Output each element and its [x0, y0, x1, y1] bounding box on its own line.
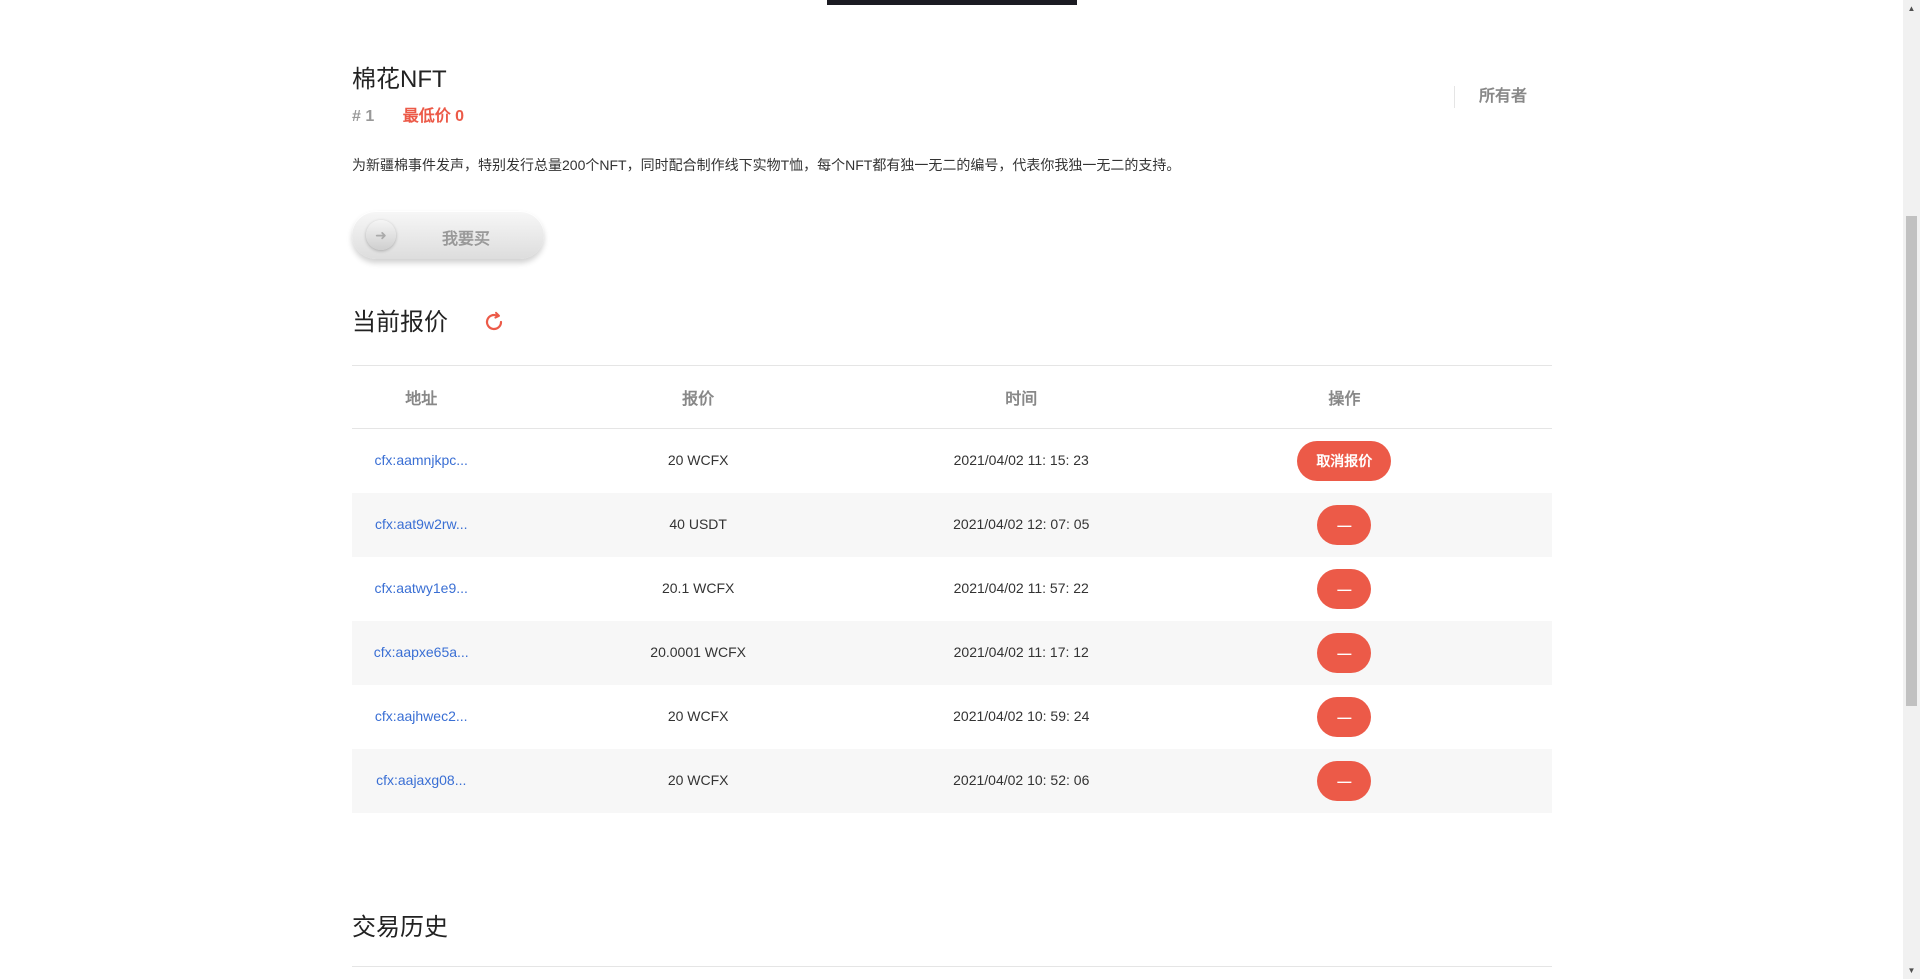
nft-image: [827, 0, 1077, 5]
offer-price: 20.1 WCFX: [661, 580, 735, 596]
offer-address-link[interactable]: cfx:aat9w2rw...: [375, 516, 468, 532]
offer-price: 20.0001 WCFX: [650, 644, 747, 660]
table-row: cfx:aajhwec2... 20 WCFX 2021/04/02 10: 5…: [352, 685, 1552, 749]
history-title: 交易历史: [352, 914, 448, 941]
nft-meta: # 1 最低价 0: [352, 106, 464, 128]
refresh-icon[interactable]: [482, 310, 506, 334]
buy-button-label: 我要买: [442, 231, 491, 248]
lowest-price: 最低价 0: [402, 108, 465, 125]
buy-button[interactable]: ➜ 我要买: [352, 211, 544, 259]
offer-action-button[interactable]: —: [1317, 697, 1372, 737]
nft-number: # 1: [352, 108, 375, 125]
header-price: 报价: [682, 391, 715, 408]
offer-address-link[interactable]: cfx:aajhwec2...: [375, 708, 468, 724]
offer-action-button[interactable]: —: [1317, 569, 1372, 609]
offers-table: 地址 报价 时间 操作 cfx:aamnjkpc... 20 WCFX 2021…: [352, 365, 1552, 813]
offer-time: 2021/04/02 11: 57: 22: [953, 580, 1089, 596]
offer-address-link[interactable]: cfx:aajaxg08...: [376, 772, 466, 788]
arrow-right-icon: ➜: [366, 220, 396, 250]
owner-label: 所有者: [1454, 86, 1527, 108]
offer-action-button[interactable]: —: [1317, 505, 1372, 545]
offer-price: 20 WCFX: [667, 452, 729, 468]
offers-title: 当前报价: [352, 309, 448, 336]
table-row: cfx:aamnjkpc... 20 WCFX 2021/04/02 11: 1…: [352, 429, 1552, 493]
offer-time: 2021/04/02 12: 07: 05: [953, 516, 1090, 532]
scroll-up-arrow-icon[interactable]: ▲: [1903, 0, 1920, 17]
offer-action-button[interactable]: —: [1317, 761, 1372, 801]
offer-action-button[interactable]: —: [1317, 633, 1372, 673]
table-row: cfx:aatwy1e9... 20.1 WCFX 2021/04/02 11:…: [352, 557, 1552, 621]
header-time: 时间: [1005, 391, 1038, 408]
scrollbar-thumb[interactable]: [1906, 216, 1917, 706]
nft-title: 棉花NFT: [352, 66, 447, 93]
offer-address-link[interactable]: cfx:aamnjkpc...: [375, 452, 468, 468]
offer-time: 2021/04/02 10: 52: 06: [953, 772, 1090, 788]
table-row: cfx:aapxe65a... 20.0001 WCFX 2021/04/02 …: [352, 621, 1552, 685]
header-action: 操作: [1328, 391, 1361, 408]
offer-time: 2021/04/02 11: 15: 23: [953, 452, 1089, 468]
offer-time: 2021/04/02 10: 59: 24: [953, 708, 1090, 724]
nft-description: 为新疆棉事件发声，特别发行总量200个NFT，同时配合制作线下实物T恤，每个NF…: [352, 157, 1181, 173]
header-address: 地址: [405, 391, 438, 408]
table-row: cfx:aat9w2rw... 40 USDT 2021/04/02 12: 0…: [352, 493, 1552, 557]
offer-price: 20 WCFX: [667, 772, 729, 788]
history-divider: [352, 966, 1552, 967]
offer-address-link[interactable]: cfx:aapxe65a...: [374, 644, 469, 660]
table-row: cfx:aajaxg08... 20 WCFX 2021/04/02 10: 5…: [352, 749, 1552, 813]
offer-time: 2021/04/02 11: 17: 12: [953, 644, 1089, 660]
offer-address-link[interactable]: cfx:aatwy1e9...: [375, 580, 468, 596]
offers-table-header: 地址 报价 时间 操作: [352, 366, 1552, 429]
offer-price: 20 WCFX: [667, 708, 729, 724]
offer-price: 40 USDT: [669, 516, 727, 532]
vertical-scrollbar[interactable]: ▲ ▼: [1903, 0, 1920, 979]
cancel-offer-button[interactable]: 取消报价: [1297, 441, 1392, 481]
scroll-down-arrow-icon[interactable]: ▼: [1903, 962, 1920, 979]
